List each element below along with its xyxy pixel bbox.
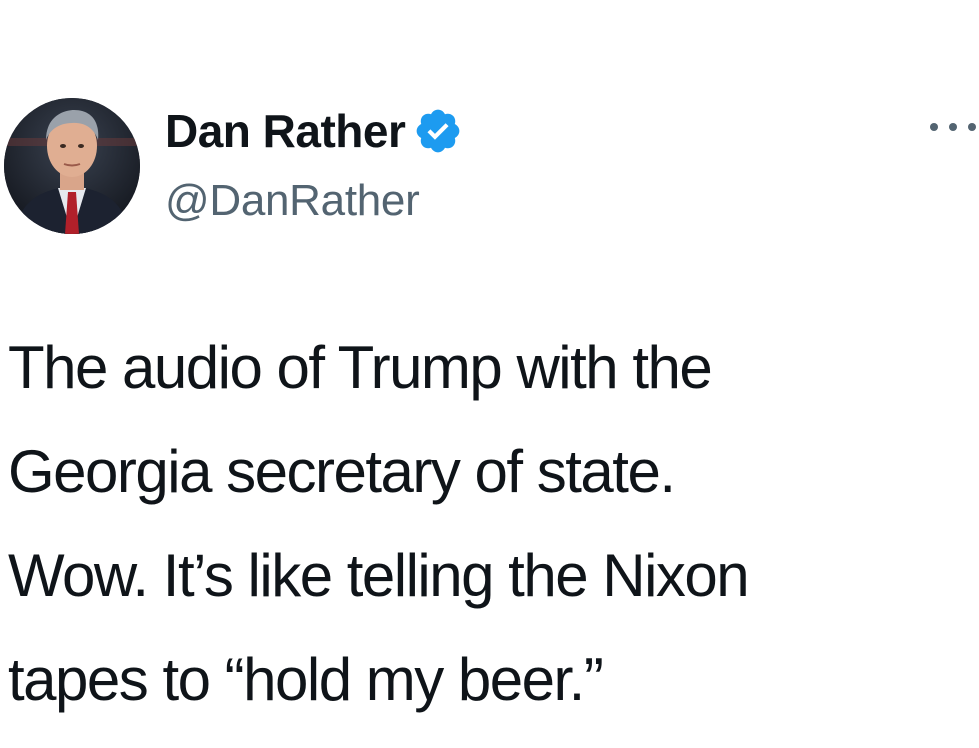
tweet-text: The audio of Trump with the Georgia secr…: [8, 316, 974, 732]
more-options-dot: [949, 123, 957, 131]
avatar[interactable]: [4, 98, 140, 234]
tweet-card: Dan Rather @DanRather The audio of Trump…: [0, 0, 979, 748]
author-display-name[interactable]: Dan Rather: [165, 104, 406, 158]
tweet-text-line: Georgia secretary of state.: [8, 438, 676, 505]
tweet-text-line: Wow. It’s like telling the Nixon: [8, 542, 750, 609]
author-handle[interactable]: @DanRather: [165, 176, 420, 226]
author-name-row: Dan Rather: [165, 101, 463, 161]
more-options-dot: [930, 123, 938, 131]
tweet-text-line: tapes to “hold my beer.”: [8, 646, 604, 713]
more-options-dot: [968, 123, 976, 131]
profile-photo: [4, 98, 140, 234]
tweet-text-line: The audio of Trump with the: [8, 334, 713, 401]
verified-badge-icon: [413, 106, 463, 156]
more-options-icon[interactable]: [930, 112, 976, 142]
